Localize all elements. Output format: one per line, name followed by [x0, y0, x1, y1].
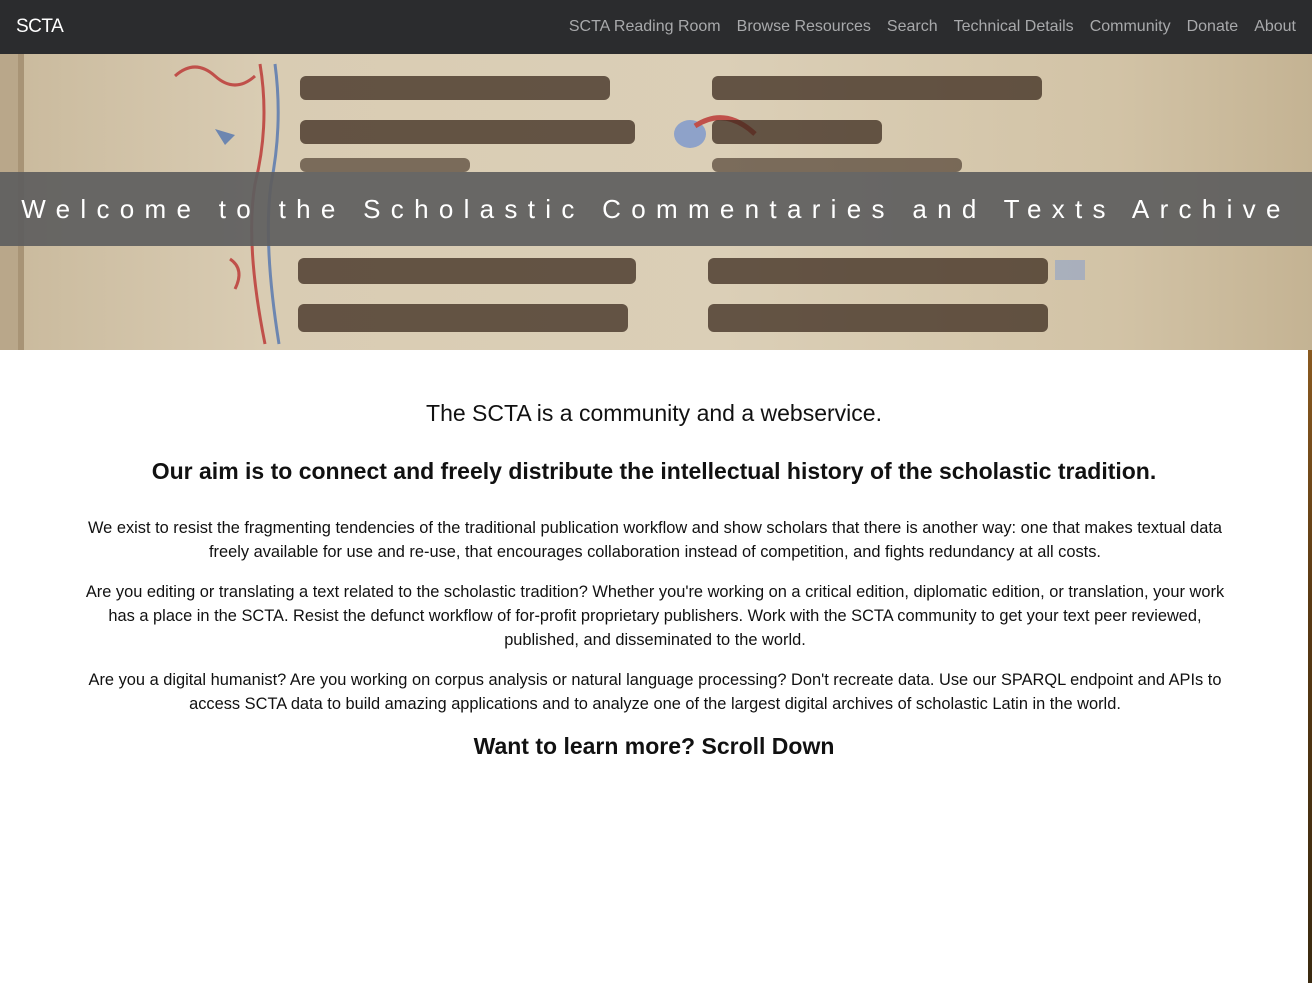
learn-more-heading: Want to learn more? Scroll Down	[473, 733, 835, 759]
brand-link[interactable]: SCTA	[16, 16, 64, 38]
navbar: SCTA SCTA Reading Room Browse Resources …	[0, 0, 1312, 54]
main-content: The SCTA is a community and a webservice…	[0, 350, 1308, 983]
welcome-title: Welcome to the Scholastic Commentaries a…	[21, 193, 1291, 224]
welcome-band: Welcome to the Scholastic Commentaries a…	[0, 172, 1312, 246]
paragraph-digital-humanists: Are you a digital humanist? Are you work…	[88, 671, 1222, 713]
lead-heading-aim: Our aim is to connect and freely distrib…	[151, 458, 1157, 484]
nav-link-browse-resources[interactable]: Browse Resources	[737, 18, 871, 36]
hero-banner: Welcome to the Scholastic Commentaries a…	[0, 54, 1312, 350]
nav-links: SCTA Reading Room Browse Resources Searc…	[569, 18, 1296, 36]
lead-heading-community: The SCTA is a community and a webservice…	[426, 400, 882, 426]
nav-link-about[interactable]: About	[1254, 18, 1296, 36]
nav-link-search[interactable]: Search	[887, 18, 938, 36]
side-background-strip	[1308, 350, 1312, 983]
nav-link-reading-room[interactable]: SCTA Reading Room	[569, 18, 721, 36]
nav-link-community[interactable]: Community	[1090, 18, 1171, 36]
paragraph-editors: Are you editing or translating a text re…	[85, 583, 1225, 649]
nav-link-donate[interactable]: Donate	[1187, 18, 1239, 36]
paragraph-mission: We exist to resist the fragmenting tende…	[87, 519, 1222, 561]
nav-link-technical-details[interactable]: Technical Details	[954, 18, 1074, 36]
